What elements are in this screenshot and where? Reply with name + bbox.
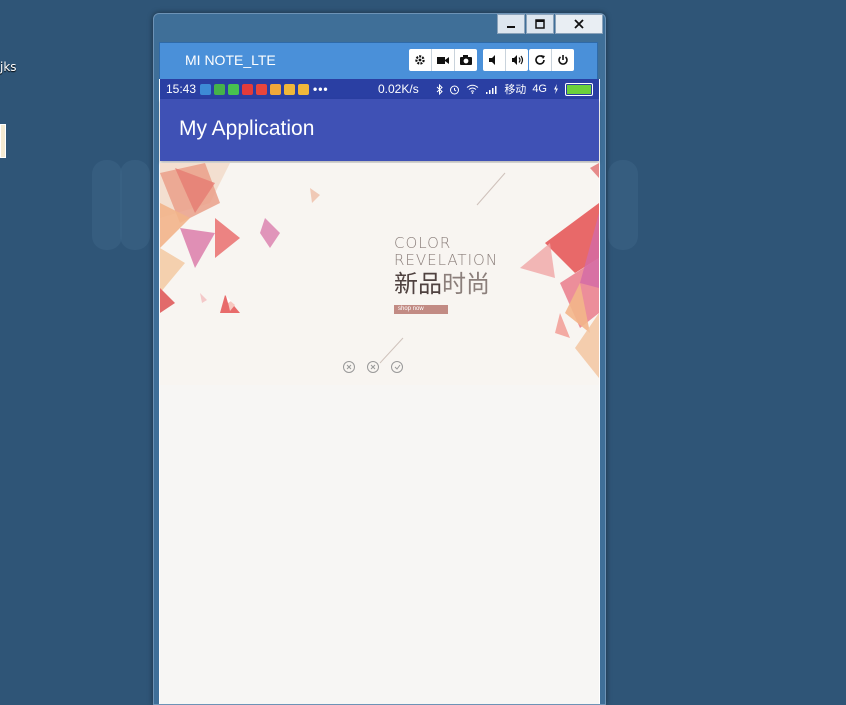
emulator-window: MI NOTE_LTE 15:43 ••• 0.02K/s 移动 4G My A… bbox=[153, 13, 606, 705]
desktop-ghost-shape bbox=[120, 160, 150, 250]
phone-screen: 15:43 ••• 0.02K/s 移动 4G My Application C… bbox=[159, 79, 600, 704]
window-controls bbox=[496, 14, 603, 34]
shop-now-button[interactable]: shop now bbox=[394, 305, 448, 314]
notification-app-icon bbox=[214, 83, 226, 95]
bluetooth-icon bbox=[436, 83, 444, 95]
record-button[interactable] bbox=[431, 49, 454, 71]
close-button[interactable] bbox=[555, 14, 603, 34]
camera-icon bbox=[460, 55, 472, 65]
app-bar: My Application bbox=[160, 99, 599, 161]
notification-app-icon bbox=[242, 83, 254, 95]
status-right: 移动 4G bbox=[436, 79, 593, 99]
video-camera-icon bbox=[437, 57, 449, 64]
volume-up-button[interactable] bbox=[505, 49, 528, 71]
desktop-selection bbox=[0, 124, 6, 158]
notification-app-icon bbox=[200, 83, 212, 95]
rotate-icon bbox=[535, 55, 545, 65]
minimize-icon bbox=[507, 26, 515, 28]
app-content: COLOR REVELATION 新品时尚 shop now bbox=[160, 163, 599, 704]
notification-app-icon bbox=[256, 83, 268, 95]
banner-line1: COLOR bbox=[394, 234, 452, 252]
desktop-ghost-shape bbox=[608, 160, 638, 250]
app-title: My Application bbox=[179, 117, 315, 140]
banner-headline: COLOR REVELATION 新品时尚 shop now bbox=[394, 235, 498, 314]
power-tool-group bbox=[529, 49, 574, 71]
minimize-button[interactable] bbox=[497, 14, 525, 34]
rotate-button[interactable] bbox=[529, 49, 551, 71]
carousel-indicators bbox=[343, 361, 403, 373]
gear-icon bbox=[415, 55, 425, 65]
network-type: 4G bbox=[532, 83, 547, 95]
device-name: MI NOTE_LTE bbox=[185, 52, 276, 68]
network-speed: 0.02K/s bbox=[378, 82, 419, 96]
banner-chinese-light: 时尚 bbox=[442, 270, 490, 298]
maximize-icon bbox=[535, 19, 545, 29]
banner-artwork bbox=[160, 163, 599, 385]
volume-tool-group bbox=[483, 49, 528, 71]
battery-level bbox=[567, 84, 591, 94]
close-icon bbox=[574, 19, 584, 29]
power-button[interactable] bbox=[551, 49, 574, 71]
volume-down-icon bbox=[489, 55, 495, 65]
close-circle-icon[interactable] bbox=[343, 361, 355, 373]
emulator-toolbar: MI NOTE_LTE bbox=[159, 42, 598, 80]
desktop-icon-label[interactable]: jks bbox=[0, 60, 17, 74]
settings-button[interactable] bbox=[409, 49, 431, 71]
check-circle-icon[interactable] bbox=[391, 361, 403, 373]
carrier-name: 移动 bbox=[504, 84, 527, 96]
battery-icon bbox=[565, 82, 593, 96]
screenshot-button[interactable] bbox=[454, 49, 477, 71]
maximize-button[interactable] bbox=[526, 14, 554, 34]
android-status-bar: 15:43 ••• 0.02K/s 移动 4G bbox=[160, 79, 599, 99]
close-circle-icon[interactable] bbox=[367, 361, 379, 373]
banner-chinese: 新品时尚 bbox=[394, 269, 498, 299]
desktop-ghost-shape bbox=[92, 160, 122, 250]
alarm-icon bbox=[450, 85, 460, 94]
banner-carousel[interactable]: COLOR REVELATION 新品时尚 shop now bbox=[160, 163, 599, 385]
notification-app-icon bbox=[298, 83, 310, 95]
signal-icon bbox=[486, 86, 497, 94]
more-notifications: ••• bbox=[313, 82, 329, 96]
volume-down-button[interactable] bbox=[483, 49, 505, 71]
volume-up-icon bbox=[511, 55, 523, 65]
charging-icon bbox=[554, 84, 558, 94]
status-time: 15:43 bbox=[166, 82, 197, 96]
notification-app-icon bbox=[284, 83, 296, 95]
banner-line2: REVELATION bbox=[394, 251, 499, 269]
capture-tool-group bbox=[409, 49, 477, 71]
power-icon bbox=[558, 55, 568, 65]
notification-app-icon bbox=[228, 83, 240, 95]
notification-app-icon bbox=[270, 83, 282, 95]
notification-icons bbox=[200, 83, 312, 95]
wifi-icon bbox=[466, 84, 479, 94]
banner-chinese-bold: 新品 bbox=[394, 270, 442, 298]
